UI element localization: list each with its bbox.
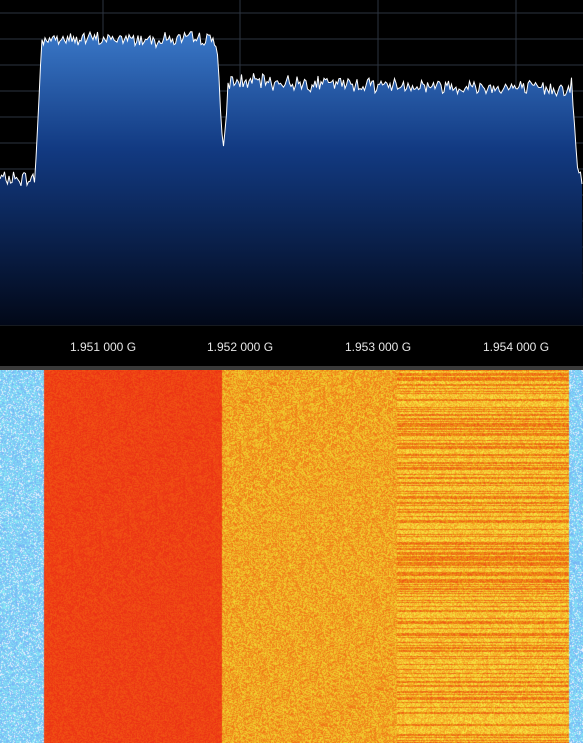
freq-tick-label: 1.953 000 G	[345, 340, 411, 354]
spectrum-fill	[0, 31, 583, 325]
freq-tick-label: 1.951 000 G	[70, 340, 136, 354]
spectrum-panel[interactable]: 1.951 000 G 1.952 000 G 1.953 000 G 1.95…	[0, 0, 583, 366]
spectrum-plot[interactable]: 1.951 000 G 1.952 000 G 1.953 000 G 1.95…	[0, 0, 583, 366]
frequency-axis: 1.951 000 G 1.952 000 G 1.953 000 G 1.95…	[70, 340, 549, 354]
waterfall-display[interactable]	[0, 370, 583, 743]
sdr-window: 1.951 000 G 1.952 000 G 1.953 000 G 1.95…	[0, 0, 583, 743]
freq-tick-label: 1.952 000 G	[207, 340, 273, 354]
freq-tick-label: 1.954 000 G	[483, 340, 549, 354]
